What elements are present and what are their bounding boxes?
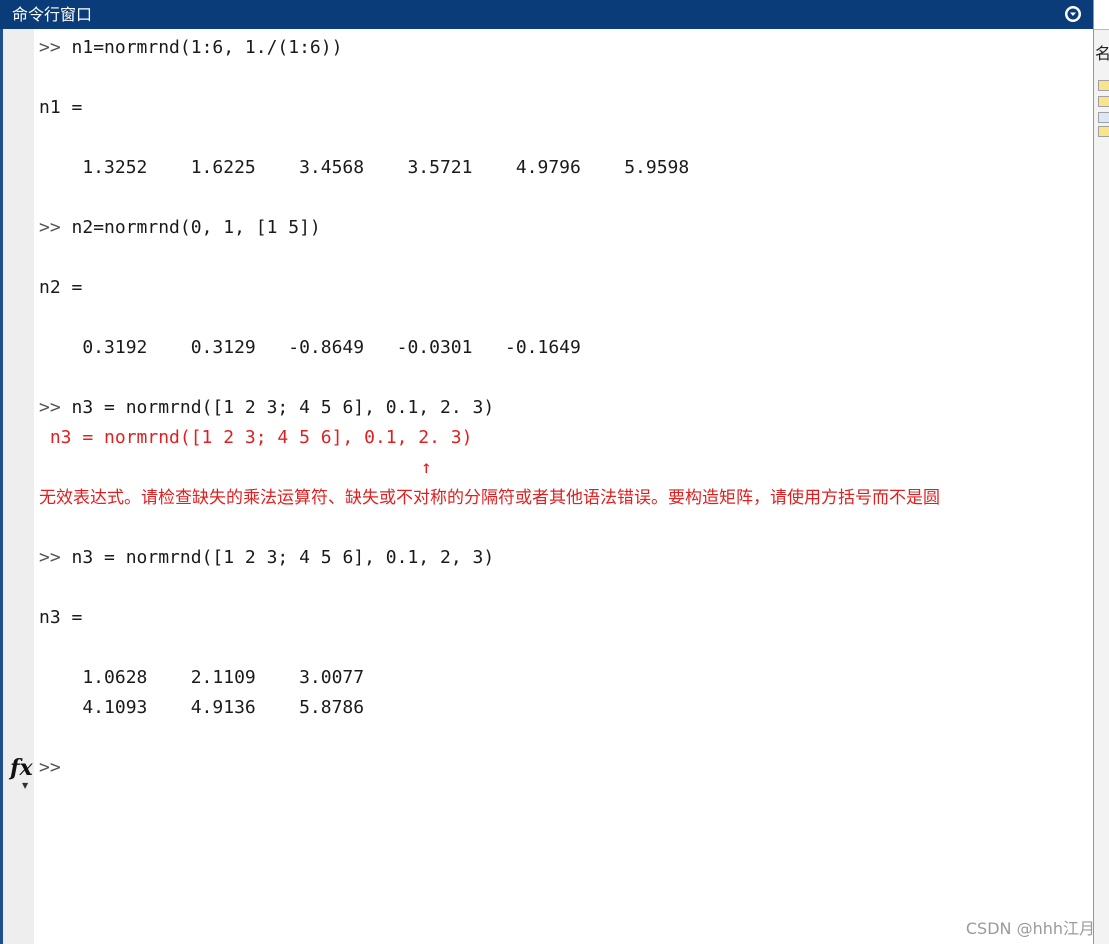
window-menu-button[interactable]: [1065, 6, 1081, 22]
output-line: 1.0628 2.1109 3.0077: [39, 667, 365, 688]
chevron-down-icon: [1067, 8, 1079, 20]
error-echo-line: n3 = normrnd([1 2 3; 4 5 6], 0.1, 2. 3): [39, 427, 473, 448]
prompt: >>: [39, 217, 61, 238]
error-message: 无效表达式。请检查缺失的乘法运算符、缺失或不对称的分隔符或者其他语法错误。要构造…: [39, 488, 940, 508]
command-line: >> n2=normrnd(0, 1, [1 5]): [39, 216, 321, 240]
output-line: n1 =: [39, 97, 83, 118]
function-browser-button[interactable]: fx: [10, 755, 33, 781]
output-line: 0.3192 0.3129 -0.8649 -0.0301 -0.1649: [39, 337, 581, 358]
prompt: >>: [39, 37, 61, 58]
variable-icon[interactable]: [1098, 80, 1109, 91]
command-line: >> n3 = normrnd([1 2 3; 4 5 6], 0.1, 2, …: [39, 546, 494, 570]
command-line: >> n3 = normrnd([1 2 3; 4 5 6], 0.1, 2. …: [39, 396, 494, 420]
active-prompt-line[interactable]: >>: [39, 756, 61, 780]
prompt: >>: [39, 757, 61, 778]
workspace-column-header: 名: [1095, 44, 1109, 63]
output-line: 4.1093 4.9136 5.8786: [39, 697, 365, 718]
workspace-panel-edge: 名: [1094, 0, 1109, 944]
output-line: n3 =: [39, 607, 83, 628]
command-window: 命令行窗口 >> n1=normrnd(1:6, 1./(1:6)) n1 = …: [0, 0, 1094, 944]
window-title: 命令行窗口: [12, 5, 93, 24]
prompt: >>: [39, 397, 61, 418]
watermark: CSDN @hhh江月: [965, 919, 1095, 938]
command-window-titlebar: 命令行窗口: [0, 0, 1093, 29]
variable-icon[interactable]: [1098, 126, 1109, 137]
workspace-panel-header: [1094, 0, 1109, 30]
error-caret: ↑: [421, 457, 432, 478]
variable-icon[interactable]: [1098, 112, 1109, 123]
command-output[interactable]: >> n1=normrnd(1:6, 1./(1:6)) n1 = 1.3252…: [39, 29, 1089, 944]
fx-dropdown-icon: ▼: [22, 781, 29, 790]
command-text: n3 = normrnd([1 2 3; 4 5 6], 0.1, 2, 3): [60, 547, 495, 568]
command-text: n2=normrnd(0, 1, [1 5]): [60, 217, 321, 238]
command-text: n3 = normrnd([1 2 3; 4 5 6], 0.1, 2. 3): [60, 397, 495, 418]
output-line: n2 =: [39, 277, 83, 298]
variable-icon[interactable]: [1098, 96, 1109, 107]
output-line: 1.3252 1.6225 3.4568 3.5721 4.9796 5.959…: [39, 157, 690, 178]
command-gutter: [0, 29, 34, 944]
command-line: >> n1=normrnd(1:6, 1./(1:6)): [39, 36, 342, 60]
prompt: >>: [39, 547, 61, 568]
command-text: n1=normrnd(1:6, 1./(1:6)): [60, 37, 343, 58]
